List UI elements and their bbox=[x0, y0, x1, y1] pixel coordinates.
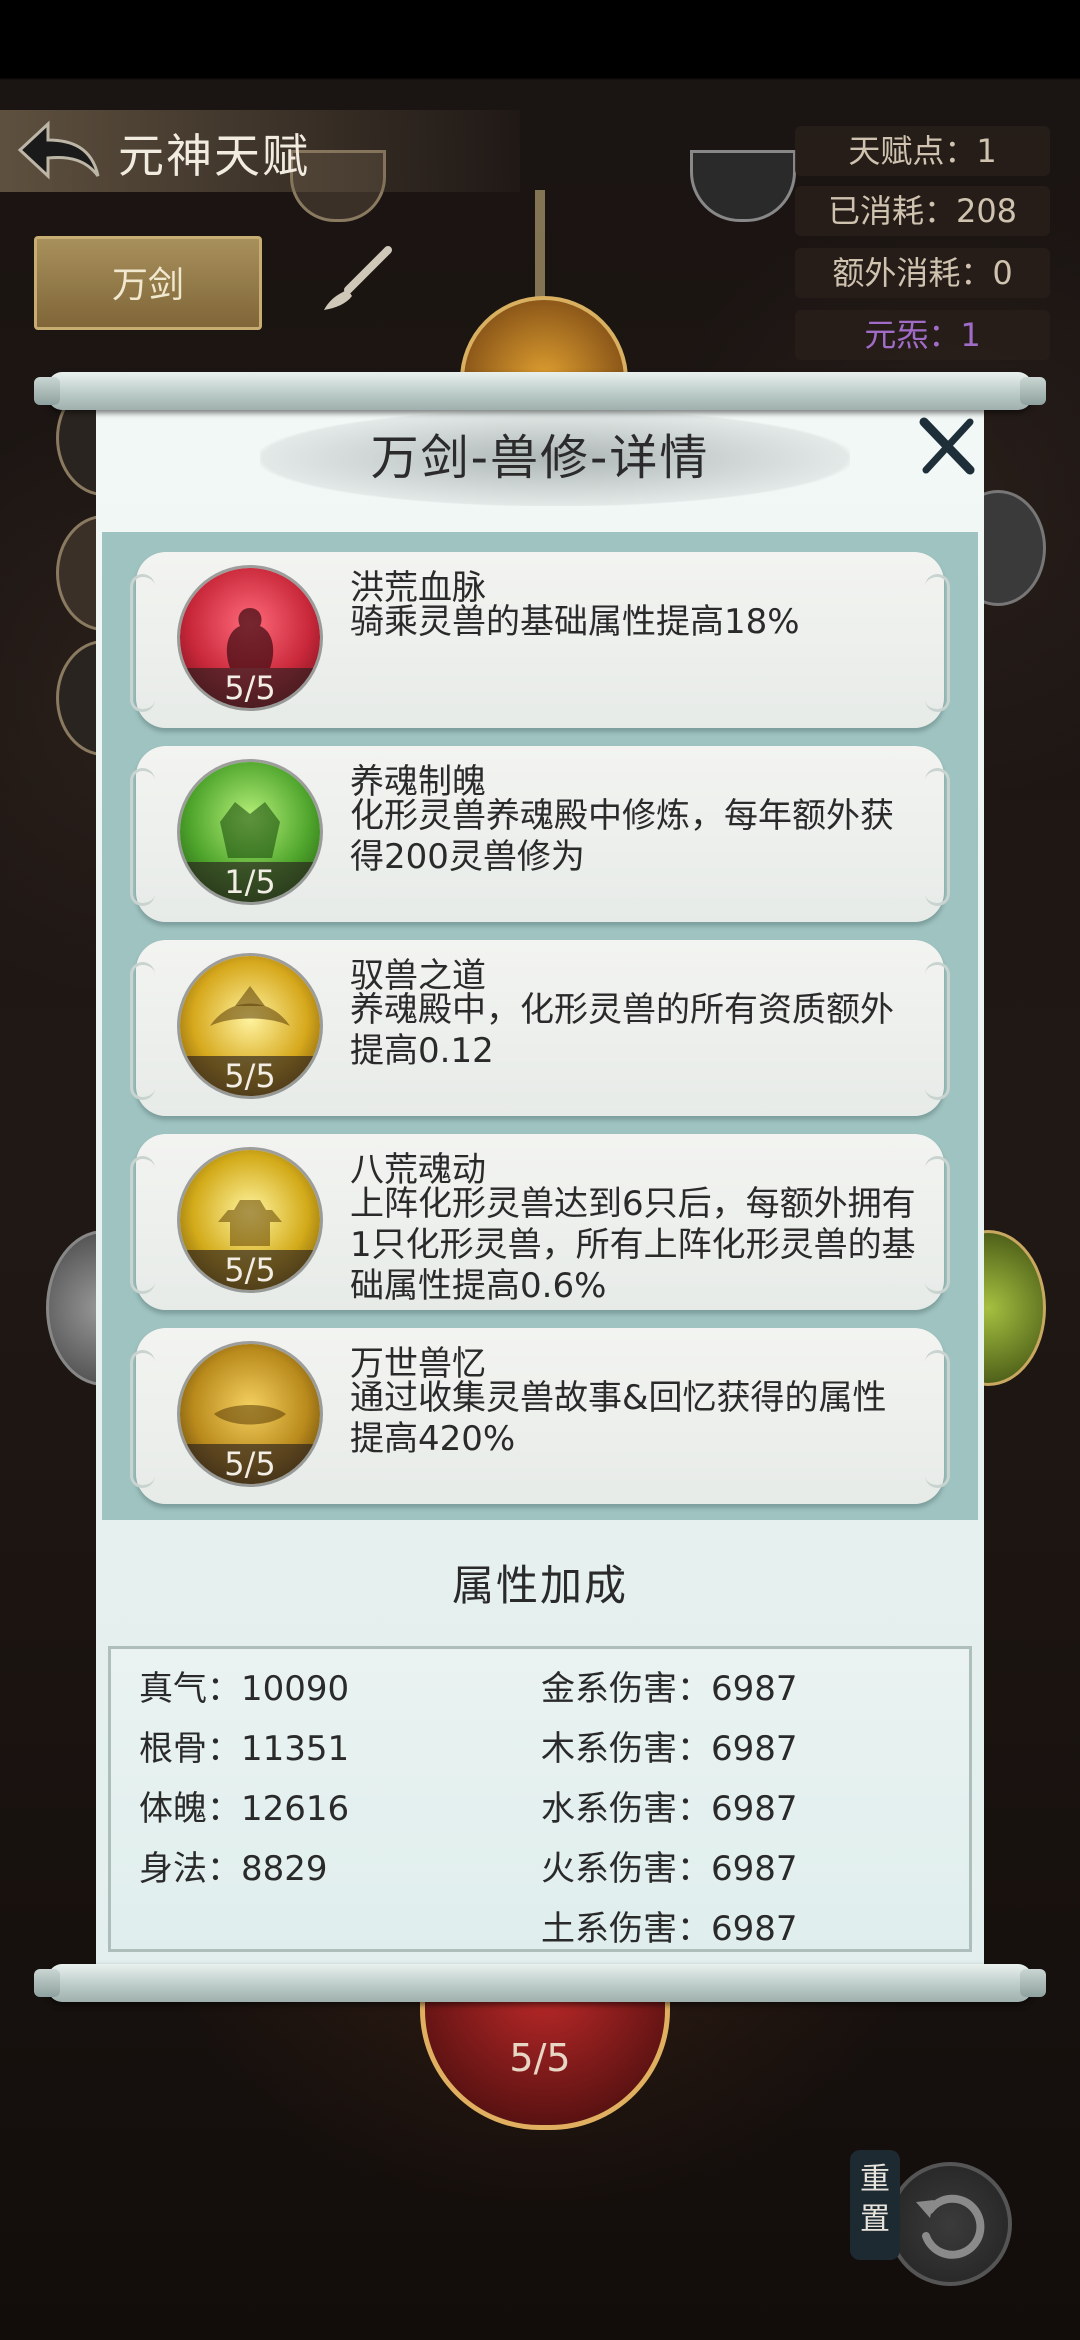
talent-desc: 骑乘灵兽的基础属性提高18% bbox=[350, 602, 800, 642]
talent-level: 5/5 bbox=[180, 1250, 320, 1290]
scroll-rod-top bbox=[34, 372, 1046, 410]
attr-wood-damage: 木系伤害：6987 bbox=[541, 1729, 798, 1769]
attr-shenfa: 身法：8829 bbox=[139, 1849, 328, 1889]
reset-button[interactable] bbox=[888, 2162, 1012, 2286]
reset-label[interactable]: 重置 bbox=[850, 2150, 900, 2260]
close-icon bbox=[919, 417, 975, 475]
talent-list[interactable]: 5/5 洪荒血脉 骑乘灵兽的基础属性提高18% 1/5 养魂制魄 化形灵兽养魂殿… bbox=[102, 532, 978, 1520]
talent-desc: 养魂殿中，化形灵兽的所有资质额外提高0.12 bbox=[350, 990, 894, 1071]
attribute-heading: 属性加成 bbox=[451, 1561, 628, 1610]
talent-desc: 通过收集灵兽故事&回忆获得的属性提高420% bbox=[350, 1378, 887, 1459]
talent-card[interactable]: 1/5 养魂制魄 化形灵兽养魂殿中修炼，每年额外获得200灵兽修为 bbox=[130, 746, 950, 922]
section-button[interactable]: 万剑 bbox=[34, 236, 262, 330]
attr-fire-damage: 火系伤害：6987 bbox=[541, 1849, 798, 1889]
talent-node-level: 5/5 bbox=[509, 2036, 571, 2080]
talent-card[interactable]: 5/5 万世兽忆 通过收集灵兽故事&回忆获得的属性提高420% bbox=[130, 1328, 950, 1504]
close-button[interactable] bbox=[916, 416, 978, 478]
back-button[interactable] bbox=[12, 118, 102, 184]
talent-desc: 化形灵兽养魂殿中修炼，每年额外获得200灵兽修为 bbox=[350, 796, 894, 877]
talent-card[interactable]: 5/5 驭兽之道 养魂殿中，化形灵兽的所有资质额外提高0.12 bbox=[130, 940, 950, 1116]
attr-tipo: 体魄：12616 bbox=[139, 1789, 350, 1829]
back-arrow-icon bbox=[17, 120, 100, 180]
talent-icon: 1/5 bbox=[180, 762, 320, 902]
attr-water-damage: 水系伤害：6987 bbox=[541, 1789, 798, 1829]
talent-points: 天赋点：1 bbox=[795, 126, 1050, 176]
talent-level: 1/5 bbox=[180, 862, 320, 902]
talent-card[interactable]: 5/5 八荒魂动 上阵化形灵兽达到6只后，每额外拥有1只化形灵兽，所有上阵化形灵… bbox=[130, 1134, 950, 1310]
page-title: 元神天赋 bbox=[118, 129, 310, 183]
attr-earth-damage: 土系伤害：6987 bbox=[541, 1909, 798, 1949]
attribute-box: 真气：10090 根骨：11351 体魄：12616 身法：8829 金系伤害：… bbox=[108, 1646, 972, 1952]
yuanqi-count: 元炁：1 bbox=[795, 310, 1050, 360]
consumed-points: 已消耗：208 bbox=[795, 186, 1050, 236]
attr-zhenqi: 真气：10090 bbox=[139, 1669, 350, 1709]
status-bar bbox=[0, 0, 1080, 78]
scroll-rod-bottom bbox=[34, 1964, 1046, 2002]
talent-icon: 5/5 bbox=[180, 956, 320, 1096]
attr-metal-damage: 金系伤害：6987 bbox=[541, 1669, 798, 1709]
attr-gengu: 根骨：11351 bbox=[139, 1729, 350, 1769]
brush-icon[interactable] bbox=[318, 244, 396, 314]
talent-card[interactable]: 5/5 洪荒血脉 骑乘灵兽的基础属性提高18% bbox=[130, 552, 950, 728]
talent-level: 5/5 bbox=[180, 668, 320, 708]
refresh-icon bbox=[916, 2194, 985, 2259]
talent-icon: 5/5 bbox=[180, 1150, 320, 1290]
talent-level: 5/5 bbox=[180, 1056, 320, 1096]
extra-consumed: 额外消耗：0 bbox=[795, 248, 1050, 298]
talent-icon: 5/5 bbox=[180, 568, 320, 708]
panel-title: 万剑-兽修-详情 bbox=[370, 430, 710, 486]
talent-desc: 上阵化形灵兽达到6只后，每额外拥有1只化形灵兽，所有上阵化形灵兽的基础属性提高0… bbox=[350, 1184, 916, 1300]
talent-icon: 5/5 bbox=[180, 1344, 320, 1484]
talent-level: 5/5 bbox=[180, 1444, 320, 1484]
